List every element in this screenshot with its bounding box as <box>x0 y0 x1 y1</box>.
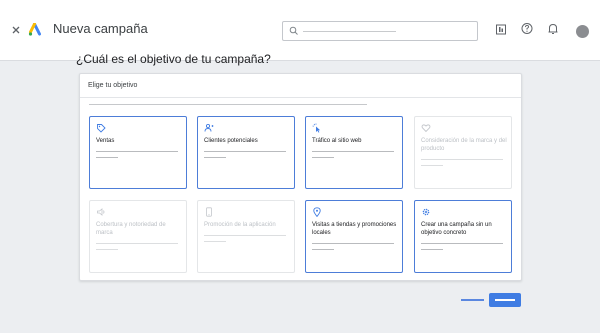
objective-label: Ventas <box>96 138 115 144</box>
page-title: ¿Cuál es el objetivo de tu campaña? <box>76 52 271 66</box>
description-placeholder <box>204 151 286 152</box>
people-icon <box>204 123 214 132</box>
app-title: Nueva campaña <box>53 21 148 36</box>
description-placeholder <box>204 157 226 158</box>
search-placeholder <box>303 31 396 32</box>
objective-label: Crear una campaña sin un objetivo concre… <box>421 222 492 236</box>
objective-label: Visitas a tiendas y promociones locales <box>312 222 397 236</box>
cancel-button[interactable] <box>461 297 484 303</box>
google-ads-logo <box>28 23 41 36</box>
objective-label: Tráfico al sitio web <box>312 138 362 144</box>
description-placeholder <box>312 151 394 152</box>
objective-card-ventas[interactable]: Ventas <box>89 116 187 189</box>
objective-card-sin-objetivo[interactable]: Crear una campaña sin un objetivo concre… <box>414 200 512 273</box>
button-label-placeholder <box>495 299 515 301</box>
objective-label: Clientes potenciales <box>204 138 258 144</box>
cursor-click-icon <box>312 123 321 133</box>
phone-icon <box>206 207 212 217</box>
reports-icon[interactable] <box>494 21 508 37</box>
description-placeholder <box>204 235 286 236</box>
tag-icon <box>97 124 106 133</box>
search-input[interactable] <box>282 21 478 41</box>
description-placeholder <box>96 151 178 152</box>
description-placeholder <box>312 249 334 250</box>
panel-description-placeholder <box>89 104 367 105</box>
description-placeholder <box>312 157 334 158</box>
description-placeholder <box>96 243 178 244</box>
objective-card-trafico-sitio-web[interactable]: Tráfico al sitio web <box>305 116 403 189</box>
objective-label: Promoción de la aplicación <box>204 222 276 228</box>
continue-button[interactable] <box>489 293 521 307</box>
description-placeholder <box>312 243 394 244</box>
objective-card-clientes-potenciales[interactable]: Clientes potenciales <box>197 116 295 189</box>
description-placeholder <box>421 243 503 244</box>
avatar[interactable] <box>576 25 589 38</box>
objective-card-promocion-aplicacion: Promoción de la aplicación <box>197 200 295 273</box>
close-icon[interactable] <box>9 23 23 37</box>
description-placeholder <box>96 157 118 158</box>
description-placeholder <box>421 159 503 160</box>
button-label-placeholder <box>461 299 484 301</box>
objective-card-visitas-tiendas[interactable]: Visitas a tiendas y promociones locales <box>305 200 403 273</box>
objective-label: Cobertura y notoriedad de marca <box>96 222 166 236</box>
location-pin-icon <box>313 207 321 217</box>
panel-header: Elige tu objetivo <box>88 82 138 89</box>
gear-icon <box>422 208 430 216</box>
heart-icon <box>421 124 431 133</box>
description-placeholder <box>96 249 118 250</box>
speaker-icon <box>97 208 105 216</box>
notifications-icon[interactable] <box>546 21 560 37</box>
search-icon <box>289 26 298 35</box>
help-icon[interactable] <box>520 21 534 37</box>
objectives-panel: Elige tu objetivo Ventas Clientes potenc… <box>79 73 522 281</box>
objective-card-consideracion-marca: Consideración de la marca y del producto <box>414 116 512 189</box>
objective-card-cobertura-notoriedad: Cobertura y notoriedad de marca <box>89 200 187 273</box>
description-placeholder <box>421 165 443 166</box>
divider <box>80 97 521 98</box>
objective-label: Consideración de la marca y del producto <box>421 138 507 152</box>
description-placeholder <box>421 249 443 250</box>
description-placeholder <box>204 241 226 242</box>
